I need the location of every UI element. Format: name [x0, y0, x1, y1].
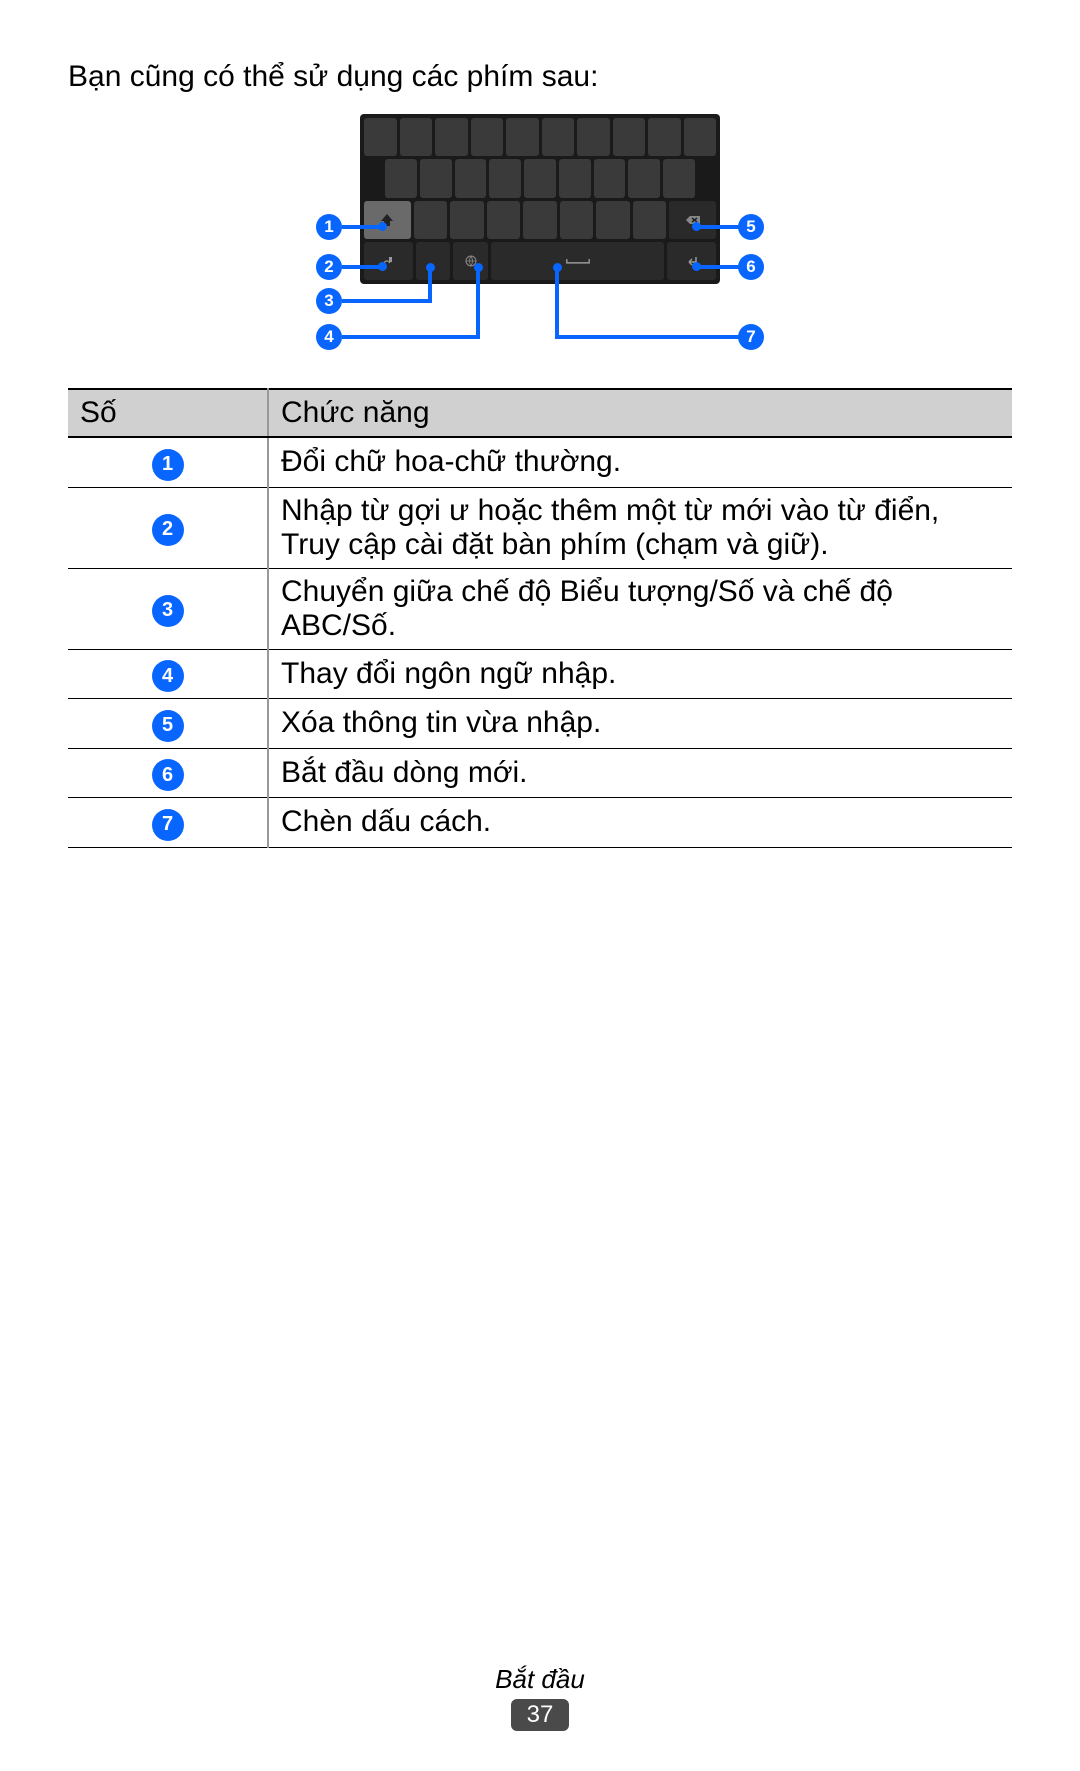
table-header-function: Chức năng	[268, 389, 1012, 437]
key	[560, 201, 593, 239]
callout-line	[476, 269, 480, 339]
callout-dot	[378, 262, 387, 271]
function-table: Số Chức năng 1 Đổi chữ hoa-chữ thường. 2…	[68, 388, 1012, 848]
table-row: 1 Đổi chữ hoa-chữ thường.	[68, 437, 1012, 487]
symbol-key	[416, 242, 451, 280]
key	[524, 159, 556, 197]
key	[596, 201, 629, 239]
row-description: Bắt đầu dòng mới.	[268, 748, 1012, 798]
shift-key	[364, 201, 411, 239]
key-row	[364, 159, 716, 197]
row-badge: 3	[152, 595, 184, 627]
row-badge: 2	[152, 514, 184, 546]
callout-badge-1: 1	[316, 214, 342, 240]
callout-dot	[474, 263, 483, 272]
page-footer: Bắt đầu 37	[0, 1664, 1080, 1731]
callout-line	[342, 299, 432, 303]
section-name: Bắt đầu	[0, 1664, 1080, 1695]
key-row	[364, 242, 716, 280]
key	[628, 159, 660, 197]
key	[523, 201, 556, 239]
keyboard-figure: 1 2 3 4 5 6 7	[220, 114, 860, 364]
key	[648, 118, 681, 156]
key	[559, 159, 591, 197]
table-row: 4 Thay đổi ngôn ngữ nhập.	[68, 649, 1012, 699]
callout-line	[698, 265, 740, 269]
key	[594, 159, 626, 197]
row-description: Nhập từ gợi ư hoặc thêm một từ mới vào t…	[268, 487, 1012, 568]
key	[684, 118, 717, 156]
key	[613, 118, 646, 156]
callout-badge-6: 6	[738, 254, 764, 280]
keyboard	[360, 114, 720, 284]
space-icon	[564, 257, 592, 265]
space-key	[491, 242, 664, 280]
enter-key	[667, 242, 716, 280]
key	[450, 201, 483, 239]
callout-badge-2: 2	[316, 254, 342, 280]
row-description: Thay đổi ngôn ngữ nhập.	[268, 649, 1012, 699]
key	[489, 159, 521, 197]
callout-dot	[553, 263, 562, 272]
table-row: 3 Chuyển giữa chế độ Biểu tượng/Số và ch…	[68, 568, 1012, 649]
callout-line	[342, 335, 480, 339]
key	[400, 118, 433, 156]
backspace-key	[669, 201, 716, 239]
intro-text: Bạn cũng có thể sử dụng các phím sau:	[68, 60, 1012, 94]
callout-badge-4: 4	[316, 324, 342, 350]
row-description: Chuyển giữa chế độ Biểu tượng/Số và chế …	[268, 568, 1012, 649]
key	[455, 159, 487, 197]
callout-dot	[692, 222, 701, 231]
table-row: 7 Chèn dấu cách.	[68, 798, 1012, 848]
key	[364, 118, 397, 156]
callout-line	[342, 265, 380, 269]
key	[663, 159, 695, 197]
row-badge: 1	[152, 449, 184, 481]
callout-line	[428, 269, 432, 303]
row-description: Đổi chữ hoa-chữ thường.	[268, 437, 1012, 487]
callout-dot	[426, 263, 435, 272]
key	[542, 118, 575, 156]
settings-key	[364, 242, 413, 280]
key	[633, 201, 666, 239]
key	[577, 118, 610, 156]
key	[487, 201, 520, 239]
callout-dot	[692, 262, 701, 271]
key	[385, 159, 417, 197]
table-row: 2 Nhập từ gợi ư hoặc thêm một từ mới vào…	[68, 487, 1012, 568]
key	[471, 118, 504, 156]
callout-line	[555, 335, 740, 339]
callout-badge-5: 5	[738, 214, 764, 240]
callout-line	[698, 225, 740, 229]
row-description: Chèn dấu cách.	[268, 798, 1012, 848]
table-row: 6 Bắt đầu dòng mới.	[68, 748, 1012, 798]
callout-dot	[378, 222, 387, 231]
key	[420, 159, 452, 197]
key	[414, 201, 447, 239]
page-number: 37	[511, 1699, 570, 1731]
row-badge: 7	[152, 809, 184, 841]
row-badge: 4	[152, 660, 184, 692]
language-key	[453, 242, 488, 280]
table-header-number: Số	[68, 389, 268, 437]
key	[506, 118, 539, 156]
row-badge: 6	[152, 759, 184, 791]
callout-line	[342, 225, 380, 229]
callout-badge-3: 3	[316, 288, 342, 314]
key-row	[364, 201, 716, 239]
row-badge: 5	[152, 710, 184, 742]
table-row: 5 Xóa thông tin vừa nhập.	[68, 699, 1012, 749]
callout-badge-7: 7	[738, 324, 764, 350]
row-description: Xóa thông tin vừa nhập.	[268, 699, 1012, 749]
key-row	[364, 118, 716, 156]
key	[435, 118, 468, 156]
callout-line	[555, 269, 559, 339]
